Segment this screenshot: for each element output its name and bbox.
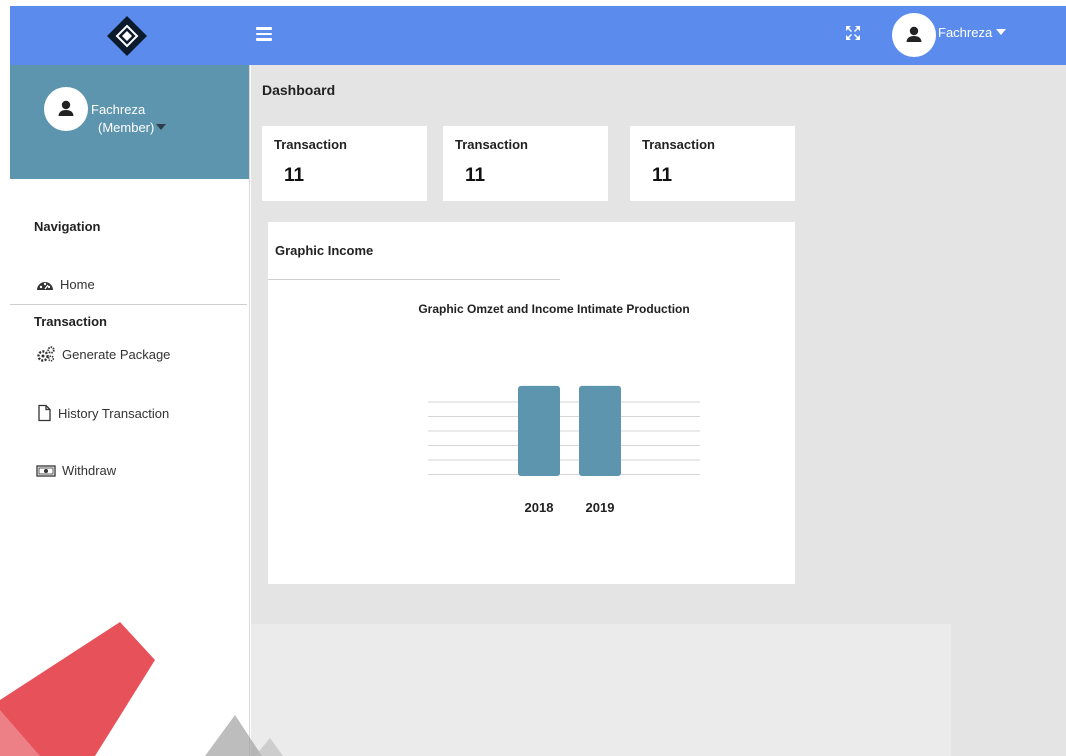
- sidebar-item-home[interactable]: Home: [36, 277, 95, 292]
- income-chart-panel: Graphic Income Graphic Omzet and Income …: [268, 222, 795, 584]
- navigation-heading: Navigation: [34, 219, 101, 234]
- user-name: Fachreza: [938, 25, 993, 40]
- sidebar-item-label: Withdraw: [62, 463, 117, 478]
- watermark-logo: [0, 622, 283, 756]
- x-tick-label: 2019: [586, 500, 615, 515]
- card-label: Transaction: [274, 137, 347, 152]
- card-value: 11: [284, 165, 305, 186]
- user-menu[interactable]: Fachreza: [938, 25, 1007, 40]
- chart-bar-2019: [579, 385, 621, 476]
- chart-bar-2018: [518, 385, 560, 476]
- profile-role: (Member): [98, 120, 155, 135]
- avatar[interactable]: [892, 13, 936, 57]
- footer-area: [251, 624, 951, 756]
- profile-name: Fachreza: [91, 102, 146, 117]
- sidebar-item-history-transaction[interactable]: History Transaction: [36, 404, 169, 422]
- transaction-heading: Transaction: [34, 314, 107, 329]
- card-value: 11: [465, 165, 486, 186]
- user-icon: [58, 100, 74, 116]
- fullscreen-icon[interactable]: [844, 24, 862, 42]
- gears-icon: [37, 346, 55, 362]
- sidebar-item-label: Generate Package: [62, 346, 171, 362]
- profile-panel: Fachreza (Member): [10, 65, 249, 179]
- card-label: Transaction: [642, 137, 715, 152]
- dashboard-icon: [37, 281, 53, 290]
- diamond-logo[interactable]: [105, 14, 149, 58]
- card-value: 11: [652, 165, 673, 186]
- sidebar-item-generate-package[interactable]: Generate Package: [36, 346, 170, 362]
- money-icon: [36, 464, 56, 477]
- top-navbar: Fachreza: [10, 6, 1066, 65]
- user-icon: [906, 26, 922, 42]
- stat-card: Transaction 11: [630, 126, 795, 201]
- profile-role-dropdown[interactable]: (Member): [98, 120, 167, 135]
- sidebar-item-withdraw[interactable]: Withdraw: [36, 463, 116, 478]
- x-tick-label: 2018: [525, 500, 554, 515]
- stat-card: Transaction 11: [443, 126, 608, 201]
- income-bar-chart: 2018 2019: [428, 385, 700, 515]
- card-label: Transaction: [455, 137, 528, 152]
- caret-down-icon: [156, 124, 167, 130]
- sidebar-item-label: Home: [60, 277, 95, 292]
- avatar[interactable]: [44, 87, 88, 131]
- sidebar-item-label: History Transaction: [58, 405, 170, 421]
- hamburger-icon[interactable]: [256, 27, 272, 41]
- file-icon: [38, 404, 51, 422]
- page-title: Dashboard: [262, 82, 336, 98]
- divider: [10, 304, 247, 305]
- caret-down-icon: [996, 29, 1007, 35]
- stat-card: Transaction 11: [262, 126, 427, 201]
